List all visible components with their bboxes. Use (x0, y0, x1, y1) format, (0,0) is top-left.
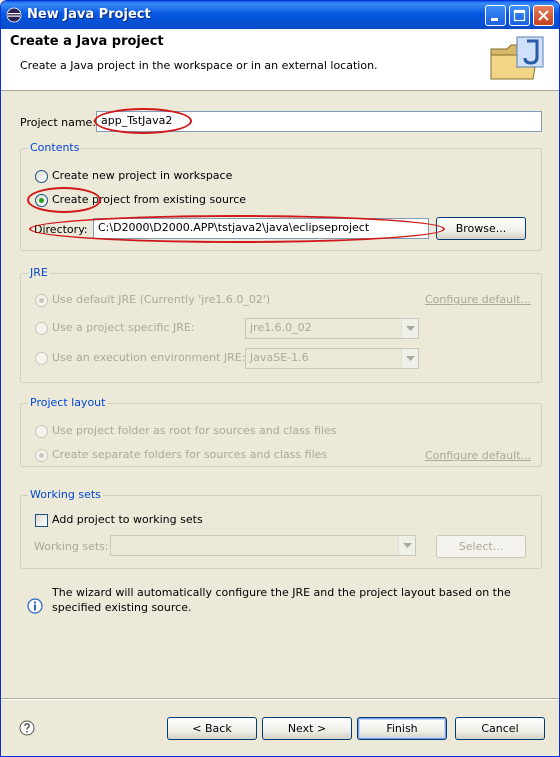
directory-input[interactable]: C:\D2000\D2000.APP\tstjava2\java\eclipse… (93, 218, 429, 239)
specific-jre-combo[interactable]: jre1.6.0_02 (245, 318, 419, 339)
radio-specific-jre-label: Use a project specific JRE: (52, 321, 195, 334)
radio-selected-dot (39, 298, 44, 303)
working-sets-label: Working sets: (34, 540, 109, 553)
radio-default-jre-label: Use default JRE (Currently 'jre1.6.0_02'… (52, 293, 271, 306)
title-bar[interactable]: New Java Project (1, 1, 559, 29)
chevron-down-icon (403, 543, 412, 548)
jre-configure-default-link[interactable]: Configure default... (425, 293, 531, 306)
back-button[interactable]: < Back (167, 717, 257, 740)
radio-separate-folders[interactable] (35, 449, 48, 462)
specific-jre-dropdown-button[interactable] (401, 319, 418, 338)
close-button[interactable] (533, 5, 554, 26)
project-layout-group-title: Project layout (28, 396, 108, 409)
maximize-icon (513, 9, 526, 22)
chevron-down-icon (406, 356, 415, 361)
wizard-banner: Create a Java project Create a Java proj… (1, 29, 559, 91)
maximize-button[interactable] (509, 5, 530, 26)
add-to-working-sets-label: Add project to working sets (52, 513, 203, 526)
radio-separate-folders-label: Create separate folders for sources and … (52, 448, 328, 461)
env-jre-value: JavaSE-1.6 (250, 351, 309, 364)
minimize-icon (491, 18, 498, 21)
radio-new-project-label: Create new project in workspace (52, 169, 233, 182)
env-jre-combo[interactable]: JavaSE-1.6 (245, 348, 419, 369)
finish-button[interactable]: Finish (357, 717, 447, 740)
java-project-icon (490, 36, 544, 80)
radio-selected-dot (39, 453, 44, 458)
directory-label: Directory: (34, 223, 88, 236)
chevron-down-icon (406, 326, 415, 331)
project-name-input[interactable]: app_TstJava2 (96, 111, 542, 132)
radio-selected-dot (39, 198, 44, 203)
radio-specific-jre[interactable] (35, 322, 48, 335)
env-jre-dropdown-button[interactable] (401, 349, 418, 368)
select-working-sets-button[interactable]: Select... (436, 535, 526, 558)
window-title: New Java Project (27, 7, 151, 22)
jre-group-title: JRE (28, 266, 50, 279)
radio-existing-source-label: Create project from existing source (52, 193, 247, 206)
footer-separator (1, 698, 559, 700)
add-to-working-sets-checkbox[interactable] (35, 514, 48, 527)
radio-env-jre[interactable] (35, 352, 48, 365)
radio-folder-root[interactable] (35, 425, 48, 438)
next-button[interactable]: Next > (262, 717, 352, 740)
eclipse-icon (6, 7, 22, 23)
info-message: The wizard will automatically configure … (52, 586, 511, 614)
radio-env-jre-label: Use an execution environment JRE: (52, 351, 246, 364)
layout-configure-default-link[interactable]: Configure default... (425, 449, 531, 462)
close-icon (538, 10, 549, 21)
info-icon (27, 598, 43, 614)
radio-new-project[interactable] (35, 170, 48, 183)
working-sets-combo[interactable] (110, 535, 416, 556)
banner-description: Create a Java project in the workspace o… (20, 59, 378, 72)
banner-title: Create a Java project (10, 34, 164, 49)
working-sets-group-title: Working sets (28, 488, 103, 501)
project-name-label: Project name: (20, 116, 97, 129)
help-icon[interactable] (19, 720, 35, 736)
working-sets-dropdown-button[interactable] (398, 536, 415, 555)
new-java-project-window: New Java Project Create a Java project C… (0, 0, 560, 757)
cancel-button[interactable]: Cancel (455, 717, 545, 740)
specific-jre-value: jre1.6.0_02 (250, 321, 312, 334)
radio-folder-root-label: Use project folder as root for sources a… (52, 424, 337, 437)
radio-existing-source[interactable] (35, 194, 48, 207)
radio-default-jre[interactable] (35, 294, 48, 307)
browse-button[interactable]: Browse... (436, 217, 526, 240)
minimize-button[interactable] (485, 5, 506, 26)
contents-group-title: Contents (28, 141, 82, 154)
